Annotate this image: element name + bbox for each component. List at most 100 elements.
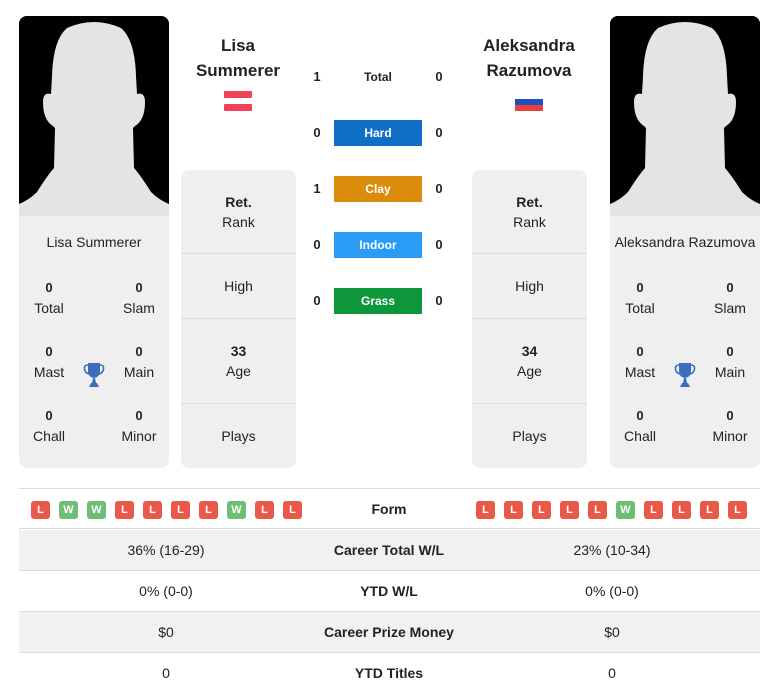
form-badge-loss[interactable]: L (644, 501, 663, 519)
titles-chall: 0 Chall (19, 406, 79, 446)
titles-slam-value: 0 (135, 280, 143, 295)
titles-main: 0 Main (700, 342, 760, 382)
player1-name-heading[interactable]: Lisa Summerer (173, 33, 303, 83)
titles-chall-label: Chall (624, 428, 656, 444)
age-label: Age (226, 363, 251, 379)
player1-card-name[interactable]: Lisa Summerer (19, 234, 169, 250)
titles-minor-label: Minor (121, 428, 157, 444)
rank-label: Rank (222, 213, 255, 230)
stat-left-value: $0 (158, 624, 174, 640)
h2h-indoor-row: 0 Indoor 0 (300, 232, 460, 258)
titles-minor-value: 0 (726, 408, 734, 423)
stat-row-ytd-wl: 0% (0-0) YTD W/L 0% (0-0) (19, 571, 760, 612)
titles-chall-value: 0 (45, 408, 53, 423)
plays-label: Plays (221, 428, 256, 444)
player-silhouette-icon (610, 16, 760, 216)
h2h-total-left: 1 (313, 69, 321, 84)
titles-mast: 0 Mast (19, 342, 79, 382)
player2-photo[interactable] (610, 16, 760, 216)
h2h-clay-left: 1 (313, 181, 321, 196)
titles-mast-label: Mast (624, 364, 656, 380)
player2-info-card: Ret. Rank High 34 Age Plays (472, 170, 587, 468)
form-badge-loss[interactable]: L (560, 501, 579, 519)
h2h-hard-row: 0 Hard 0 (300, 120, 460, 146)
player2-name-heading[interactable]: Aleksandra Razumova (464, 33, 594, 83)
h2h-hard-left: 0 (313, 125, 321, 140)
player1-first-name: Lisa (220, 36, 256, 55)
stat-label: Career Total W/L (333, 542, 445, 558)
russia-flag-icon (515, 96, 543, 111)
player2-titles: 0 Total 0 Slam 0 Mast 0 Main 0 Chall 0 M… (610, 278, 760, 468)
stat-left-value: 0% (0-0) (139, 583, 193, 599)
plays-row: Plays (181, 404, 296, 468)
form-badge-loss[interactable]: L (728, 501, 747, 519)
form-badge-loss[interactable]: L (171, 501, 190, 519)
plays-label: Plays (512, 428, 547, 444)
form-badge-loss[interactable]: L (143, 501, 162, 519)
titles-minor: 0 Minor (700, 406, 760, 446)
form-badge-loss[interactable]: L (700, 501, 719, 519)
form-badge-win[interactable]: W (616, 501, 635, 519)
titles-total-label: Total (34, 300, 64, 316)
titles-chall: 0 Chall (610, 406, 670, 446)
h2h-total-right: 0 (435, 69, 443, 84)
form-badge-loss[interactable]: L (283, 501, 302, 519)
rank-row: Ret. Rank (472, 170, 587, 254)
titles-chall-value: 0 (636, 408, 644, 423)
stat-right-value: 0% (0-0) (585, 583, 639, 599)
h2h-total-row: 1 Total 0 (300, 64, 460, 90)
stat-row-career-total: 36% (16-29) Career Total W/L 23% (10-34) (19, 530, 760, 571)
titles-slam-label: Slam (123, 300, 155, 316)
rank-label: Rank (513, 213, 546, 230)
stat-label: YTD W/L (360, 583, 418, 599)
surface-clay-button[interactable]: Clay (334, 176, 422, 202)
form-row: L W W L L L L W L L Form L L L L L W L L… (19, 488, 760, 529)
surface-indoor-button[interactable]: Indoor (334, 232, 422, 258)
titles-minor-value: 0 (135, 408, 143, 423)
plays-row: Plays (472, 404, 587, 468)
form-badge-loss[interactable]: L (255, 501, 274, 519)
titles-main: 0 Main (109, 342, 169, 382)
form-badge-loss[interactable]: L (199, 501, 218, 519)
h2h-total-label: Total (364, 70, 392, 84)
form-label: Form (371, 501, 407, 517)
surface-hard-button[interactable]: Hard (334, 120, 422, 146)
titles-mast-label: Mast (33, 364, 65, 380)
form-badge-loss[interactable]: L (504, 501, 523, 519)
stat-row-prize-money: $0 Career Prize Money $0 (19, 612, 760, 653)
stat-row-ytd-titles: 0 YTD Titles 0 (19, 653, 760, 694)
austria-flag-icon (224, 91, 252, 111)
form-badge-loss[interactable]: L (31, 501, 50, 519)
titles-slam: 0 Slam (109, 278, 169, 318)
form-badge-loss[interactable]: L (115, 501, 134, 519)
age-value: 33 (230, 343, 247, 359)
form-badge-win[interactable]: W (87, 501, 106, 519)
form-badge-loss[interactable]: L (588, 501, 607, 519)
player2-first-name: Aleksandra (483, 36, 575, 55)
player1-card: Lisa Summerer 0 Total 0 Slam 0 Mast 0 Ma… (19, 16, 169, 468)
titles-total-value: 0 (636, 280, 644, 295)
age-label: Age (517, 363, 542, 379)
rank-row: Ret. Rank (181, 170, 296, 254)
player2-card: Aleksandra Razumova 0 Total 0 Slam 0 Mas… (610, 16, 760, 468)
form-badge-loss[interactable]: L (476, 501, 495, 519)
titles-main-label: Main (714, 364, 746, 380)
h2h-indoor-right: 0 (435, 237, 443, 252)
form-badge-loss[interactable]: L (532, 501, 551, 519)
h2h-grass-row: 0 Grass 0 (300, 288, 460, 314)
stat-label: Career Prize Money (324, 624, 454, 640)
titles-mast-value: 0 (45, 344, 53, 359)
titles-main-label: Main (123, 364, 155, 380)
form-badge-win[interactable]: W (227, 501, 246, 519)
surface-grass-button[interactable]: Grass (334, 288, 422, 314)
form-badge-win[interactable]: W (59, 501, 78, 519)
player2-last-name: Razumova (486, 61, 572, 80)
high-label: High (224, 278, 253, 294)
form-badge-loss[interactable]: L (672, 501, 691, 519)
age-row: 34 Age (472, 319, 587, 404)
age-row: 33 Age (181, 319, 296, 404)
player2-card-name[interactable]: Aleksandra Razumova (610, 234, 760, 250)
high-label: High (515, 278, 544, 294)
player1-photo[interactable] (19, 16, 169, 216)
player1-titles: 0 Total 0 Slam 0 Mast 0 Main 0 Chall 0 M… (19, 278, 169, 468)
